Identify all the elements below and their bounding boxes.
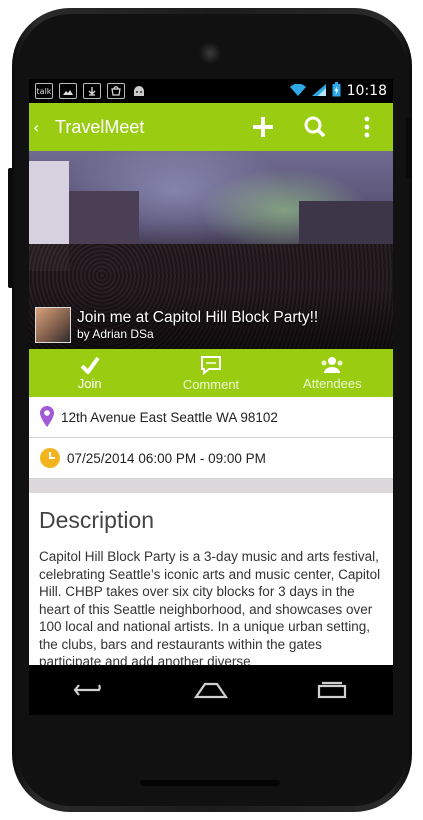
battery-icon	[332, 82, 341, 100]
download-icon	[83, 83, 101, 99]
event-organizer[interactable]: by Adrian DSa	[77, 327, 318, 342]
status-bar: talk 10:18	[29, 79, 393, 103]
tab-attendees-label: Attendees	[303, 375, 362, 391]
tab-comment-label: Comment	[182, 376, 240, 392]
event-location: 12th Avenue East Seattle WA 98102	[61, 409, 278, 425]
back-icon	[73, 684, 101, 696]
home-icon	[193, 682, 229, 699]
tab-comment[interactable]: Comment	[150, 349, 271, 397]
description-section: Description Capitol Hill Block Party is …	[29, 493, 393, 665]
organizer-avatar[interactable]	[35, 307, 71, 343]
tab-join[interactable]: Join	[29, 349, 150, 397]
tab-join-label: Join	[77, 375, 102, 391]
nav-back-button[interactable]	[60, 670, 120, 710]
event-location-row[interactable]: 12th Avenue East Seattle WA 98102	[29, 397, 393, 438]
status-time: 10:18	[346, 83, 387, 99]
attendees-icon	[321, 356, 343, 373]
event-caption: Join me at Capitol Hill Block Party!! by…	[35, 307, 318, 343]
event-time-row: 07/25/2014 06:00 PM - 09:00 PM	[29, 438, 393, 479]
add-button[interactable]	[237, 103, 289, 151]
nav-recents-button[interactable]	[302, 670, 362, 710]
system-nav-bar	[29, 665, 393, 715]
section-divider	[29, 479, 393, 493]
up-navigation-icon[interactable]: ‹	[29, 118, 55, 137]
description-body: Capitol Hill Block Party is a 3-day musi…	[39, 549, 381, 665]
event-cover-image: Join me at Capitol Hill Block Party!! by…	[29, 151, 393, 349]
store-icon	[107, 83, 125, 99]
overflow-menu-button[interactable]	[341, 103, 393, 151]
description-heading: Description	[39, 507, 155, 533]
bottom-speaker	[140, 780, 280, 786]
search-icon	[304, 116, 326, 138]
recents-icon	[318, 681, 347, 699]
talk-icon: talk	[35, 83, 53, 99]
front-camera	[199, 42, 221, 64]
event-action-tabs: Join Comment Attendees	[29, 349, 393, 397]
location-pin-icon	[40, 406, 54, 427]
comment-icon	[200, 355, 221, 375]
nav-home-button[interactable]	[181, 670, 241, 710]
add-icon	[253, 117, 273, 137]
app-title[interactable]: TravelMeet	[55, 117, 144, 138]
event-title: Join me at Capitol Hill Block Party!!	[77, 309, 319, 326]
power-button	[406, 118, 412, 178]
android-icon	[131, 84, 147, 98]
tab-attendees[interactable]: Attendees	[272, 349, 393, 397]
screen: talk 10:18 ‹ TravelMeet Join me at Capit…	[29, 79, 393, 665]
clock-icon	[40, 448, 60, 468]
image-icon	[59, 83, 77, 99]
checkmark-icon	[80, 356, 100, 374]
overflow-icon	[364, 116, 370, 138]
wifi-icon	[289, 83, 306, 99]
signal-icon	[311, 83, 326, 99]
search-button[interactable]	[289, 103, 341, 151]
action-bar: ‹ TravelMeet	[29, 103, 393, 151]
volume-button	[8, 168, 13, 288]
event-time: 07/25/2014 06:00 PM - 09:00 PM	[67, 450, 266, 466]
